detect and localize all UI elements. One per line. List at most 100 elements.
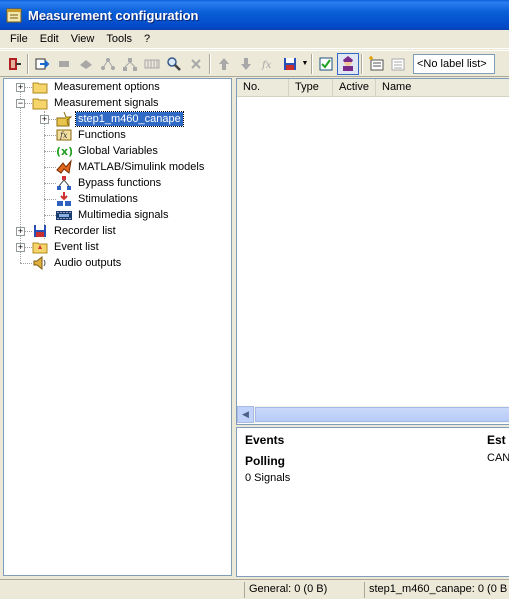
folder-icon — [32, 79, 48, 95]
tree-item-label: Measurement signals — [54, 97, 159, 109]
events-label: Events — [245, 433, 285, 447]
check-icon[interactable] — [315, 53, 337, 75]
status-cell-empty — [3, 582, 243, 598]
network-icon[interactable] — [97, 53, 119, 75]
collapse-button[interactable]: − — [16, 99, 25, 108]
tree-item-event-list[interactable]: Event list — [32, 239, 101, 255]
tree-item-label: Global Variables — [78, 145, 158, 157]
menu-edit[interactable]: Edit — [34, 30, 65, 49]
expand-button[interactable]: + — [40, 115, 49, 124]
column-header-name[interactable]: Name — [376, 79, 509, 97]
tool-icon[interactable] — [75, 53, 97, 75]
tree-item-label: Measurement options — [54, 81, 160, 93]
list-header: No. Type Active Name — [237, 79, 509, 97]
tree-connector — [44, 199, 56, 200]
toolbar-separator — [209, 53, 211, 74]
toolbar-separator — [361, 53, 363, 74]
menu-view[interactable]: View — [65, 30, 101, 49]
title-bar[interactable]: Measurement configuration — [0, 0, 509, 30]
disk-icon — [32, 223, 48, 239]
tree-connector — [44, 167, 56, 168]
grid-icon[interactable] — [141, 53, 163, 75]
tree-item-label: MATLAB/Simulink models — [78, 161, 205, 173]
list-icon[interactable] — [387, 53, 409, 75]
svg-text:(x): (x) — [56, 145, 72, 158]
tree-connector — [44, 111, 45, 239]
info-panel: Events Est Polling CAN 0 Signals — [236, 427, 509, 577]
tree-item-label: Recorder list — [54, 225, 116, 237]
scroll-left-icon[interactable]: ◀ — [237, 406, 254, 423]
user-icon[interactable] — [337, 52, 359, 75]
network-icon[interactable] — [119, 53, 141, 75]
svg-text:fx: fx — [261, 60, 272, 71]
tree-connector — [44, 135, 56, 136]
tree-item-bypass-functions[interactable]: Bypass functions — [56, 175, 163, 191]
search-icon[interactable] — [163, 53, 185, 75]
add-list-icon[interactable] — [365, 53, 387, 75]
tree-item-stimulations[interactable]: Stimulations — [56, 191, 140, 207]
save-icon[interactable] — [279, 53, 301, 75]
column-header-no[interactable]: No. — [237, 79, 289, 97]
expand-button[interactable]: + — [16, 227, 25, 236]
tree-item-label: step1_m460_canape — [75, 111, 184, 127]
status-device: step1_m460_canape: 0 (0 B — [364, 582, 509, 598]
import-icon[interactable] — [31, 53, 53, 75]
chevron-down-icon[interactable]: ▼ — [301, 53, 309, 75]
status-bar: General: 0 (0 B) step1_m460_canape: 0 (0… — [0, 579, 509, 599]
column-header-active[interactable]: Active — [333, 79, 376, 97]
move-down-icon[interactable] — [235, 53, 257, 75]
tree-connector — [20, 87, 21, 263]
scroll-thumb[interactable] — [255, 407, 509, 422]
tree-item-matlab-models[interactable]: MATLAB/Simulink models — [56, 159, 206, 175]
polling-label: Polling — [245, 454, 285, 468]
tree-item-functions[interactable]: fx Functions — [56, 127, 128, 143]
tree-item-label: Event list — [54, 241, 99, 253]
function-icon: fx — [56, 127, 72, 143]
window-title: Measurement configuration — [28, 7, 199, 23]
menu-bar: File Edit View Tools ? — [0, 30, 509, 49]
folder-icon — [32, 95, 48, 111]
tree-item-multimedia-signals[interactable]: Multimedia signals — [56, 207, 170, 223]
menu-file[interactable]: File — [4, 30, 34, 49]
signals-count: 0 Signals — [245, 472, 291, 484]
app-icon — [6, 7, 22, 23]
menu-help[interactable]: ? — [138, 30, 156, 49]
can-label: CAN — [487, 452, 509, 464]
configuration-tree[interactable]: + Measurement options − Measurement sign… — [3, 78, 232, 576]
svg-text:fx: fx — [59, 131, 68, 140]
tree-item-recorder-list[interactable]: Recorder list — [32, 223, 118, 239]
exit-icon[interactable] — [3, 53, 25, 75]
event-icon — [32, 239, 48, 255]
matlab-icon — [56, 159, 72, 175]
speaker-icon — [32, 255, 48, 271]
tree-item-label: Multimedia signals — [78, 209, 169, 221]
column-header-type[interactable]: Type — [289, 79, 333, 97]
status-general: General: 0 (0 B) — [244, 582, 359, 598]
tree-item-label: Stimulations — [78, 193, 138, 205]
move-up-icon[interactable] — [213, 53, 235, 75]
tree-connector — [20, 263, 32, 264]
delete-icon[interactable] — [185, 53, 207, 75]
tree-item-measurement-signals[interactable]: Measurement signals — [32, 95, 161, 111]
expand-button[interactable]: + — [16, 83, 25, 92]
menu-tools[interactable]: Tools — [100, 30, 138, 49]
tree-item-label: Functions — [78, 129, 126, 141]
tool-icon[interactable] — [53, 53, 75, 75]
est-label: Est — [487, 433, 506, 447]
tree-item-label: Audio outputs — [54, 257, 122, 269]
label-list-select[interactable]: <No label list> — [413, 53, 495, 74]
tree-item-measurement-options[interactable]: Measurement options — [32, 79, 162, 95]
film-icon — [56, 207, 72, 223]
tree-item-audio-outputs[interactable]: Audio outputs — [32, 255, 123, 271]
device-icon — [56, 111, 72, 127]
toolbar-separator — [27, 53, 29, 74]
tree-connector — [44, 215, 56, 216]
bypass-icon — [56, 175, 72, 191]
toolbar-separator — [311, 53, 313, 74]
tree-item-global-variables[interactable]: (x) Global Variables — [56, 143, 160, 159]
expand-button[interactable]: + — [16, 243, 25, 252]
signal-list-panel[interactable]: No. Type Active Name ◀ — [236, 78, 509, 425]
tree-item-device[interactable]: step1_m460_canape — [56, 111, 184, 127]
function-icon[interactable]: fx — [257, 53, 279, 75]
horizontal-scrollbar[interactable]: ◀ — [237, 406, 509, 423]
